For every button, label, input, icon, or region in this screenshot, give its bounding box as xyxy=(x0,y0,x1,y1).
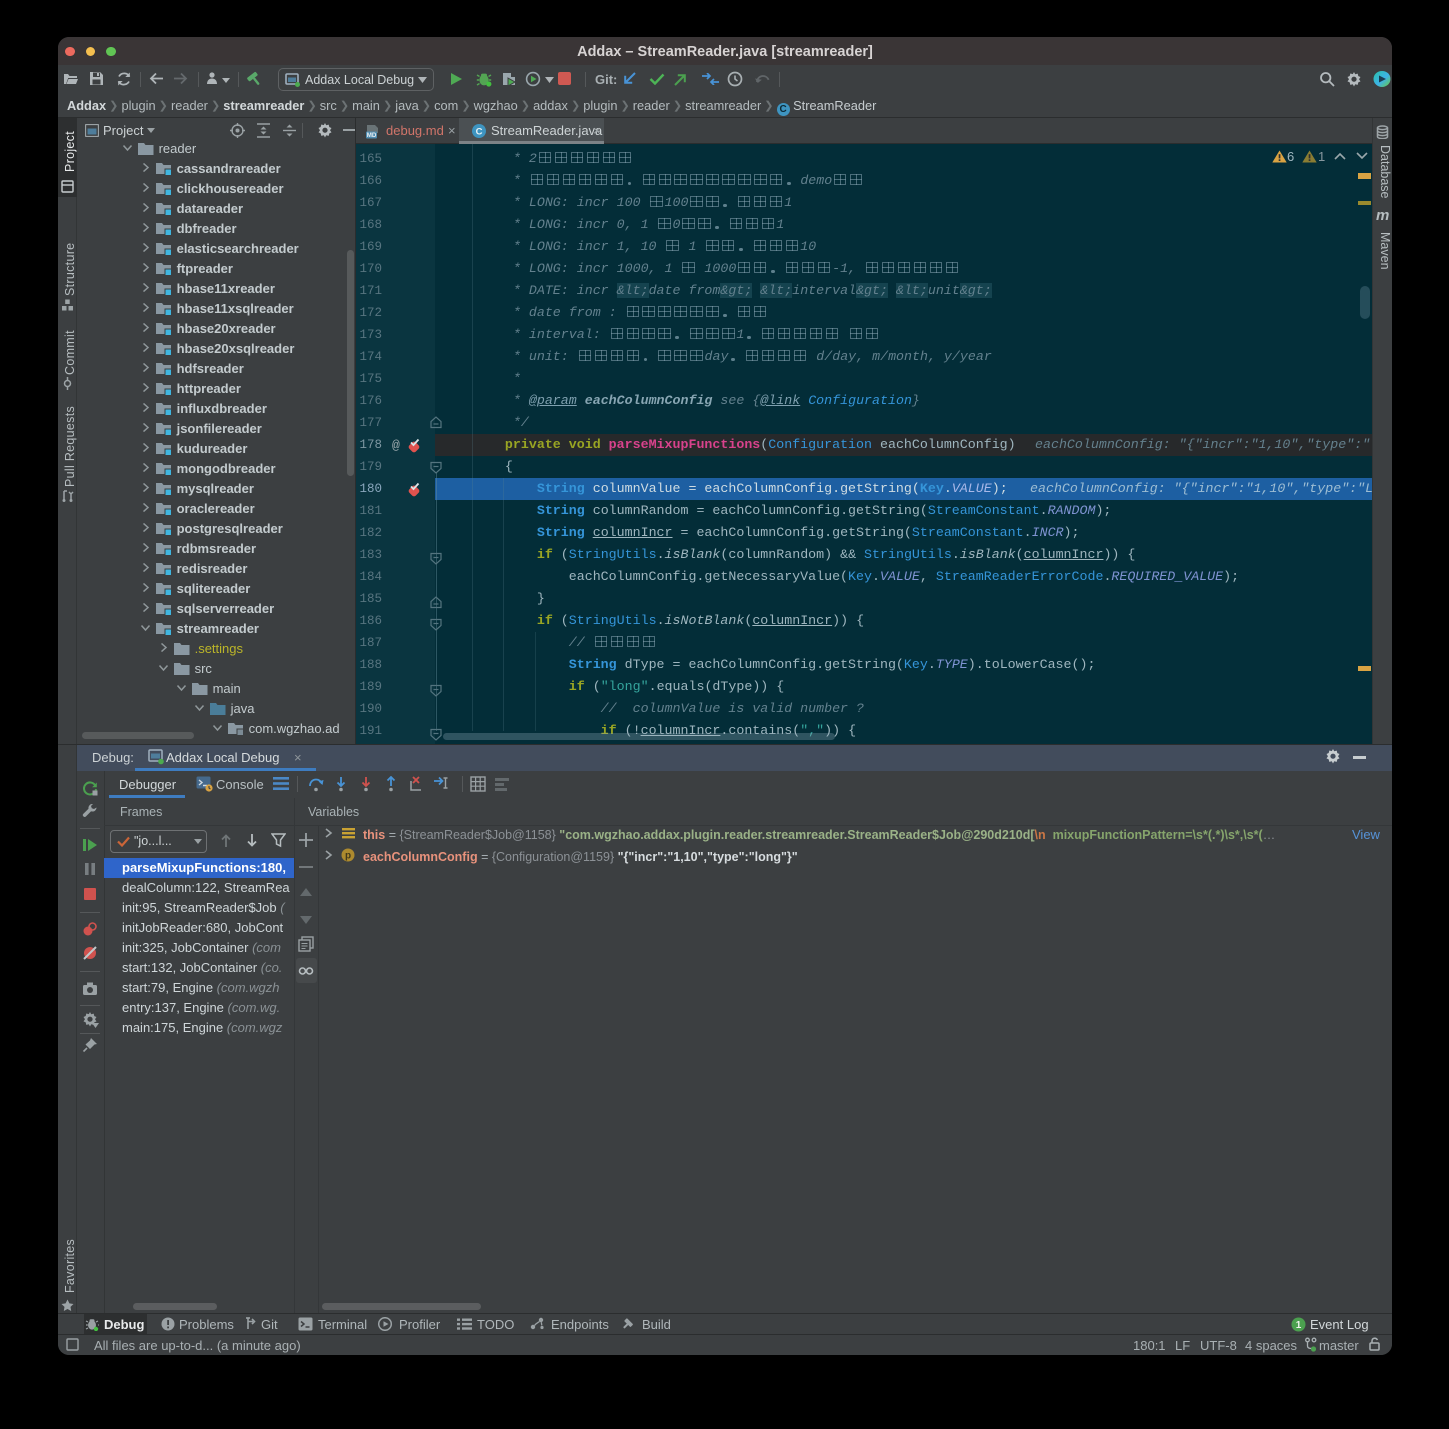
svg-text:1: 1 xyxy=(1296,1320,1302,1331)
svg-text:MD: MD xyxy=(367,132,377,139)
svg-text:p: p xyxy=(345,851,351,862)
svg-text:C: C xyxy=(476,126,483,137)
